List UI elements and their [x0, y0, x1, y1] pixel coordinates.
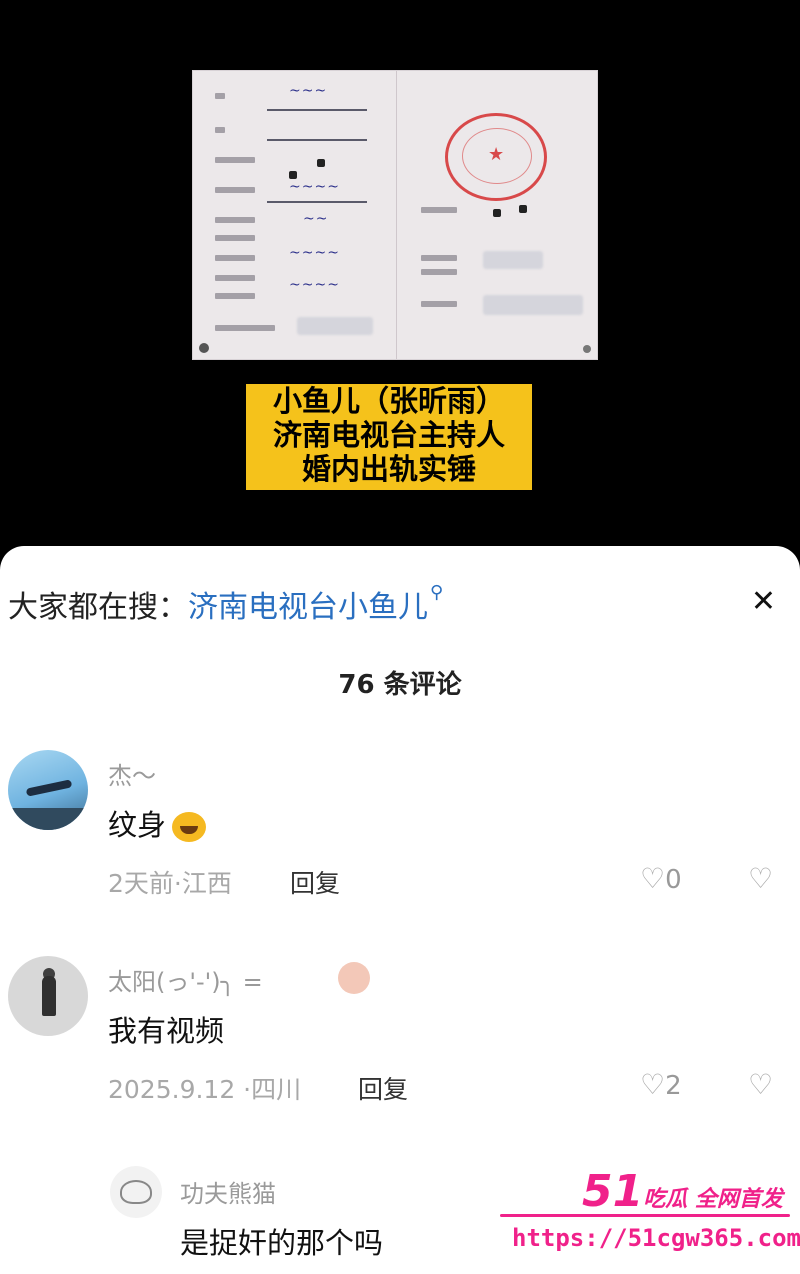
like-count: 2	[665, 1071, 682, 1101]
trending-search-row[interactable]: 大家都在搜：济南电视台小鱼儿 ⚲ ✕	[8, 582, 792, 625]
red-seal-stamp: ★	[445, 113, 547, 201]
cert-redaction	[483, 251, 543, 269]
cert-redaction	[289, 171, 297, 179]
cert-label	[215, 275, 255, 281]
like-button[interactable]: ♡2	[640, 1068, 682, 1101]
cert-redaction	[519, 205, 527, 213]
cert-redaction	[493, 209, 501, 217]
cert-redaction	[483, 295, 583, 315]
avatar[interactable]	[110, 1166, 162, 1218]
cert-redaction	[297, 317, 373, 335]
certificate-image: ~~~ ~~~~ ~~ ~~~~ ~~~~ ★	[192, 70, 598, 360]
comment-text: 是捉奸的那个吗	[180, 1226, 384, 1260]
user-badge-icon	[338, 962, 370, 994]
like-button[interactable]: ♡0	[640, 862, 682, 895]
close-icon[interactable]: ✕	[751, 584, 776, 619]
comment-text: 我有视频	[108, 1014, 225, 1048]
like-count: 0	[665, 865, 682, 895]
watermark-brand: 51吃瓜 全网首发	[582, 1166, 783, 1217]
cert-label	[421, 207, 457, 213]
caption-line: 济南电视台主持人	[272, 418, 505, 452]
cert-handwriting: ~~	[303, 211, 329, 227]
watermark-brand-number: 51	[582, 1166, 644, 1217]
commenter-name[interactable]: 杰～	[108, 756, 156, 791]
search-icon[interactable]: ⚲	[430, 582, 443, 603]
search-prefix: 大家都在搜：	[8, 590, 188, 625]
cert-label	[215, 157, 255, 163]
broken-heart-icon[interactable]: ♡	[748, 862, 773, 895]
reply-button[interactable]: 回复	[358, 1070, 408, 1106]
avatar[interactable]	[8, 750, 88, 830]
cert-redaction	[317, 159, 325, 167]
search-term-link[interactable]: 济南电视台小鱼儿	[188, 590, 428, 625]
comment-text-value: 纹身	[108, 808, 167, 842]
cert-label	[215, 255, 255, 261]
camera-icon	[199, 343, 209, 353]
cert-label	[215, 325, 275, 331]
cert-line	[267, 109, 367, 111]
laughing-crying-emoji-icon	[172, 812, 207, 842]
reply-button[interactable]: 回复	[290, 864, 340, 900]
cert-label	[215, 217, 255, 223]
watermark-divider	[500, 1214, 790, 1217]
watermark-brand-text: 吃瓜 全网首发	[643, 1187, 783, 1212]
certificate-fold	[396, 71, 397, 359]
video-caption: 小鱼儿（张昕雨） 济南电视台主持人 婚内出轨实锤	[246, 384, 532, 490]
cert-label	[215, 187, 255, 193]
comment-meta: 2天前·江西	[108, 869, 232, 898]
cert-line	[267, 139, 367, 141]
heart-icon: ♡	[640, 862, 666, 895]
cert-line	[267, 201, 367, 203]
cert-label	[421, 269, 457, 275]
star-icon: ★	[488, 144, 505, 165]
comment-text: 纹身	[108, 802, 207, 844]
heart-icon: ♡	[640, 1068, 666, 1101]
comment-count: 76 条评论	[338, 670, 462, 700]
caption-line: 婚内出轨实锤	[301, 452, 476, 486]
cert-label	[421, 301, 457, 307]
cert-handwriting: ~~~	[289, 83, 328, 99]
cert-handwriting: ~~~~	[289, 277, 340, 293]
dot-icon	[583, 345, 591, 353]
cert-handwriting: ~~~~	[289, 179, 340, 195]
cert-label	[215, 235, 255, 241]
caption-line: 小鱼儿（张昕雨）	[272, 384, 505, 418]
video-player[interactable]: ~~~ ~~~~ ~~ ~~~~ ~~~~ ★ 小鱼儿（张昕雨） 济南电视台主持…	[0, 0, 800, 560]
comment-sheet: 大家都在搜：济南电视台小鱼儿 ⚲ ✕ 76 条评论 杰～ 纹身 2天前·江西 回复…	[0, 546, 800, 1274]
cert-label	[421, 255, 457, 261]
avatar[interactable]	[8, 956, 88, 1036]
commenter-name[interactable]: 太阳(っ'-')╮ =	[108, 962, 263, 997]
broken-heart-icon[interactable]: ♡	[748, 1068, 773, 1101]
cert-label	[215, 293, 255, 299]
cert-label	[215, 127, 225, 133]
commenter-name[interactable]: 功夫熊猫	[180, 1174, 276, 1209]
comment-meta: 2025.9.12 ·四川	[108, 1075, 302, 1104]
site-watermark: 51吃瓜 全网首发 https://51cgw365.com	[496, 1166, 800, 1266]
cert-label	[215, 93, 225, 99]
watermark-url: https://51cgw365.com	[512, 1224, 800, 1252]
cert-handwriting: ~~~~	[289, 245, 340, 261]
